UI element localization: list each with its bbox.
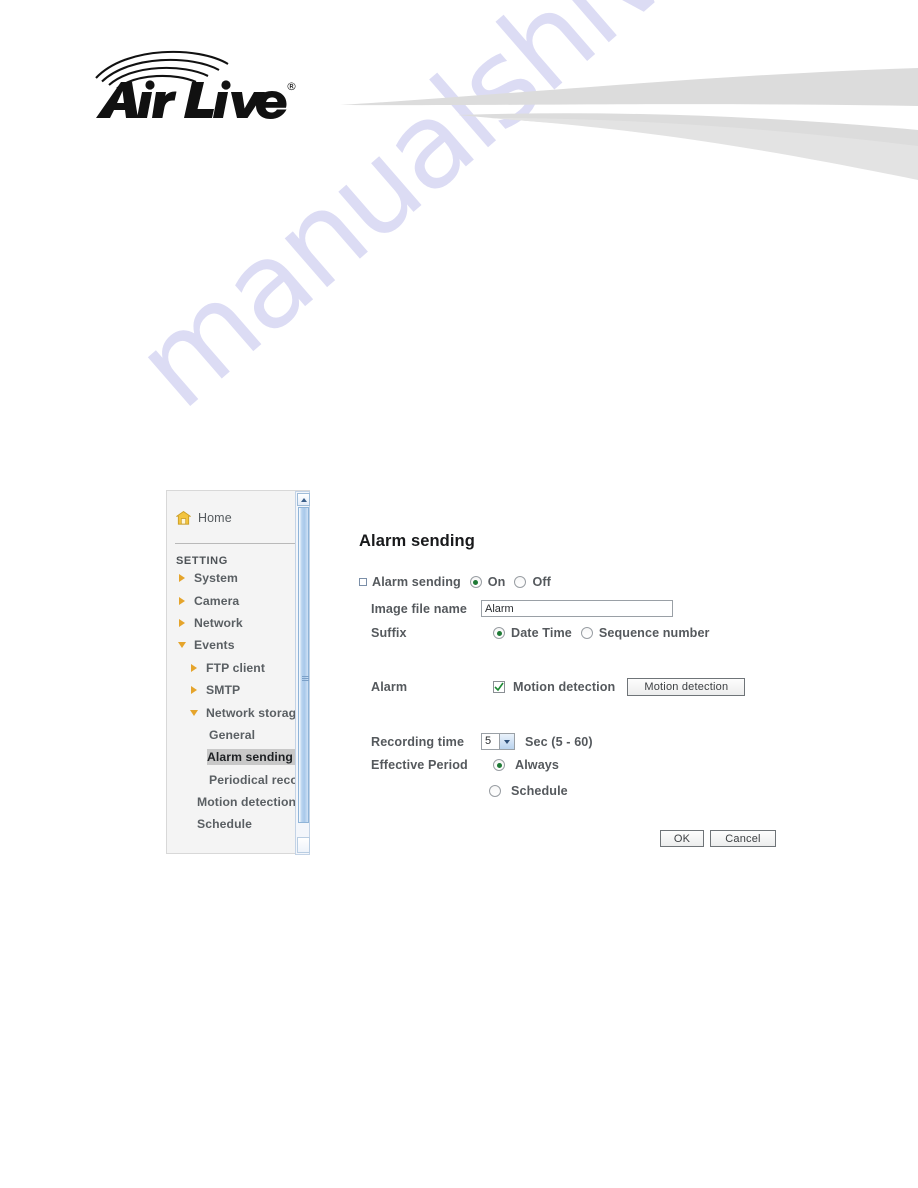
sidebar-home-label: Home: [198, 511, 232, 525]
sidebar-item-smtp[interactable]: SMTP: [167, 679, 310, 701]
caret-right-icon[interactable]: [175, 574, 188, 583]
scrollbar-up-button[interactable]: [297, 493, 310, 506]
recording-time-unit: Sec (5 - 60): [525, 734, 593, 749]
sidebar-item-label: Motion detection: [197, 795, 297, 810]
chevron-down-icon[interactable]: [499, 734, 514, 749]
suffix-row: Suffix Date Time Sequence number: [371, 626, 710, 640]
sidebar-item-label: Alarm sending: [207, 749, 295, 766]
image-file-name-row: Image file name: [371, 600, 673, 617]
effective-period-schedule-row: Schedule: [489, 784, 568, 798]
motion-detection-button[interactable]: Motion detection: [627, 678, 746, 696]
sidebar-item-events[interactable]: Events: [167, 634, 310, 656]
sidebar-item-system[interactable]: System: [167, 567, 310, 589]
camera-web-ui-screenshot: Home SETTING System Camera Network Events FT…: [166, 490, 776, 856]
page-canvas: manualshive.com ® Home SETTING System Ca…: [0, 0, 918, 1188]
caret-right-icon[interactable]: [187, 663, 200, 672]
radio-suffix-date-time-label: Date Time: [511, 626, 572, 640]
sidebar-item-label: SMTP: [206, 683, 241, 698]
sidebar-item-label: System: [194, 571, 238, 586]
radio-suffix-date-time[interactable]: [493, 627, 505, 639]
home-icon: [176, 511, 191, 525]
radio-effective-period-schedule[interactable]: [489, 785, 501, 797]
settings-sidebar: Home SETTING System Camera Network Events FT…: [166, 490, 310, 855]
caret-down-icon[interactable]: [175, 642, 188, 649]
radio-effective-period-always-label: Always: [515, 758, 560, 772]
radio-alarm-sending-off[interactable]: [514, 576, 527, 588]
sidebar-scrollbar[interactable]: [295, 491, 310, 855]
triangle-glyph: [189, 709, 198, 716]
checkbox-motion-detection-label: Motion detection: [513, 680, 616, 694]
sidebar-item-label: General: [209, 727, 256, 742]
sidebar-item-camera[interactable]: Camera: [167, 589, 310, 611]
page-header: ®: [0, 0, 918, 190]
effective-period-row: Effective Period Always: [371, 758, 559, 772]
sidebar-item-motion-detection[interactable]: Motion detection: [167, 791, 310, 813]
image-file-name-input[interactable]: [481, 600, 673, 617]
effective-period-label: Effective Period: [371, 758, 468, 772]
sidebar-item-general[interactable]: General: [167, 724, 310, 746]
scrollbar-grip-icon: [301, 676, 309, 682]
registered-mark: ®: [286, 80, 297, 93]
sidebar-item-network-storage[interactable]: Network storage: [167, 701, 310, 723]
sidebar-item-label: Schedule: [197, 817, 252, 832]
alarm-row: Alarm Motion detection Motion detection: [371, 678, 746, 696]
sidebar-item-home[interactable]: Home: [167, 491, 310, 529]
header-swoosh-decoration: [340, 68, 918, 180]
checkmark-icon: [494, 682, 504, 692]
sidebar-item-label: FTP client: [206, 660, 266, 675]
sidebar-section-label: SETTING: [176, 555, 228, 567]
sidebar-item-ftp-client[interactable]: FTP client: [167, 657, 310, 679]
checkbox-motion-detection[interactable]: [493, 681, 505, 693]
sidebar-item-label: Network storage: [206, 705, 303, 720]
alarm-sending-label: Alarm sending: [372, 575, 461, 589]
triangle-glyph: [190, 663, 197, 672]
caret-right-icon[interactable]: [187, 686, 200, 695]
triangle-glyph: [178, 574, 185, 583]
radio-effective-period-always[interactable]: [493, 759, 505, 771]
cancel-button[interactable]: Cancel: [710, 830, 776, 847]
airlive-logo: ®: [95, 50, 297, 119]
sidebar-item-label: Camera: [194, 593, 240, 608]
sidebar-item-schedule[interactable]: Schedule: [167, 813, 310, 835]
recording-time-label: Recording time: [371, 734, 465, 749]
radio-suffix-sequence-number[interactable]: [580, 627, 593, 639]
triangle-glyph: [178, 618, 185, 627]
sidebar-item-periodical-reco[interactable]: Periodical reco: [167, 769, 310, 791]
sidebar-item-network[interactable]: Network: [167, 612, 310, 634]
triangle-glyph: [177, 642, 186, 649]
triangle-glyph: [178, 596, 185, 605]
page-title: Alarm sending: [359, 532, 475, 550]
sidebar-nav-list: System Camera Network Events FTP client SMTP N…: [167, 567, 310, 836]
recording-time-value: 5: [485, 735, 492, 747]
sidebar-divider: [175, 543, 302, 544]
radio-alarm-sending-on[interactable]: [469, 576, 482, 588]
sidebar-item-label: Periodical reco: [209, 772, 298, 787]
chevron-up-icon: [300, 497, 307, 502]
alarm-label: Alarm: [371, 680, 408, 694]
radio-effective-period-schedule-label: Schedule: [511, 784, 568, 798]
suffix-label: Suffix: [371, 626, 407, 640]
sidebar-item-label: Events: [194, 638, 235, 653]
triangle-glyph: [190, 686, 197, 695]
ok-button[interactable]: OK: [660, 830, 704, 847]
scrollbar-thumb[interactable]: [297, 507, 309, 823]
sidebar-item-label: Network: [194, 615, 243, 630]
settings-main-panel: Alarm sending Alarm sending On Off Image…: [335, 490, 776, 854]
recording-time-row: Recording time 5 Sec (5 - 60): [371, 733, 593, 750]
sidebar-item-alarm-sending[interactable]: Alarm sending: [167, 746, 310, 768]
image-file-name-label: Image file name: [371, 601, 467, 616]
caret-right-icon[interactable]: [175, 596, 188, 605]
scrollbar-down-button[interactable]: [297, 837, 310, 853]
radio-alarm-sending-on-label: On: [487, 575, 506, 589]
alarm-sending-row: Alarm sending On Off: [359, 575, 551, 589]
radio-suffix-sequence-number-label: Sequence number: [598, 626, 710, 640]
caret-down-icon[interactable]: [187, 709, 200, 716]
recording-time-select[interactable]: 5: [481, 733, 515, 750]
radio-alarm-sending-off-label: Off: [532, 575, 551, 589]
caret-right-icon[interactable]: [175, 618, 188, 627]
bullet-square-icon: [359, 578, 367, 586]
